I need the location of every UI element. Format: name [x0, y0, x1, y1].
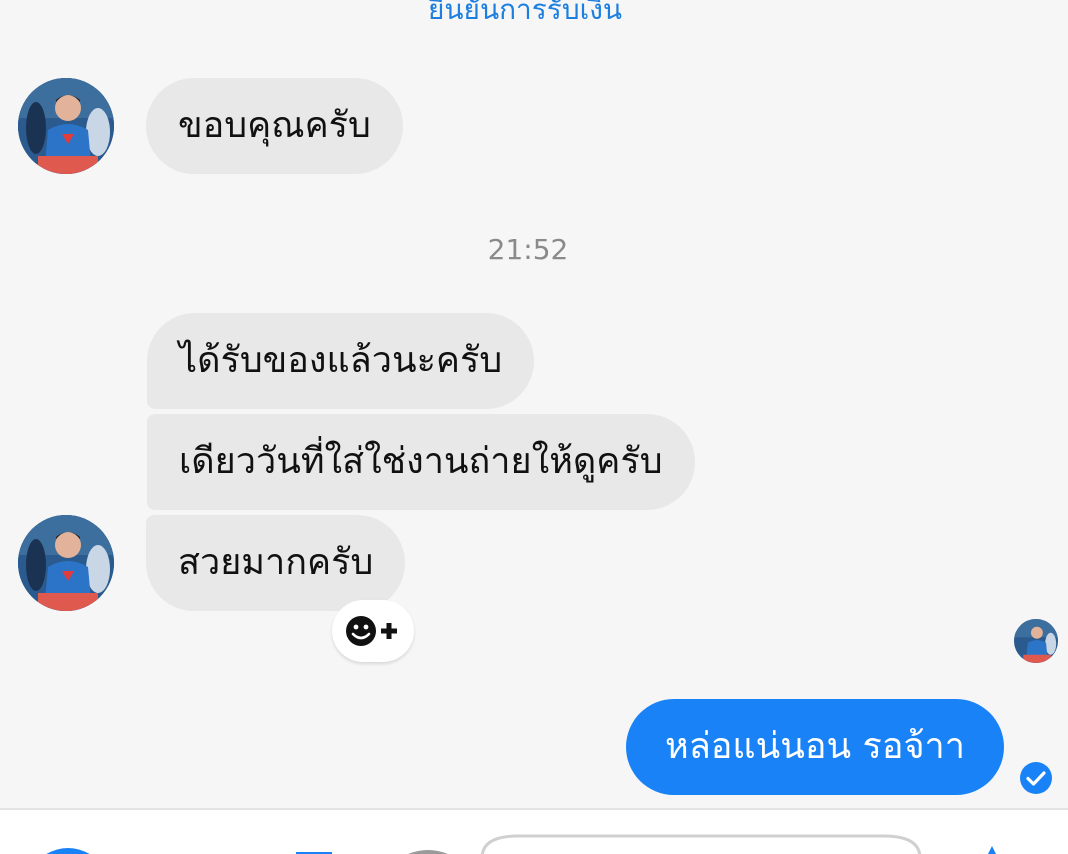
plus-icon[interactable] — [40, 846, 96, 854]
confirm-payment-link[interactable]: ยืนยันการรับเงิน — [428, 0, 622, 30]
gallery-icon[interactable] — [296, 850, 332, 854]
check-circle-icon — [1020, 762, 1052, 794]
seen-indicator-avatar — [1014, 619, 1058, 663]
smiley-plus-icon — [346, 616, 397, 646]
messenger-chat-screen: ยืนยันการรับเงิน ขอบคุณครับ 21:52 ได้รับ… — [0, 0, 1068, 854]
contact-avatar[interactable] — [18, 515, 114, 611]
message-bubble-incoming[interactable]: ขอบคุณครับ — [146, 78, 403, 174]
message-bubble-incoming[interactable]: สวยมากครับ — [146, 515, 406, 611]
avatar-photo — [1014, 619, 1058, 663]
message-bubble-incoming[interactable]: เดียววันที่ใส่ใช่งานถ่ายให้ดูครับ — [147, 414, 695, 510]
mic-icon[interactable] — [400, 848, 456, 854]
add-reaction-button[interactable] — [332, 600, 414, 662]
message-bubble-incoming[interactable]: ได้รับของแล้วนะครับ — [147, 313, 535, 409]
message-bubble-outgoing[interactable]: หล่อแน่นอน รอจ้าา — [626, 699, 1004, 795]
contact-avatar[interactable] — [18, 78, 114, 174]
avatar-photo — [18, 78, 114, 174]
message-input[interactable] — [478, 832, 924, 854]
avatar-photo — [18, 515, 114, 611]
timestamp-divider: 21:52 — [487, 233, 569, 266]
message-composer — [0, 808, 1068, 854]
like-icon[interactable] — [980, 846, 1004, 854]
